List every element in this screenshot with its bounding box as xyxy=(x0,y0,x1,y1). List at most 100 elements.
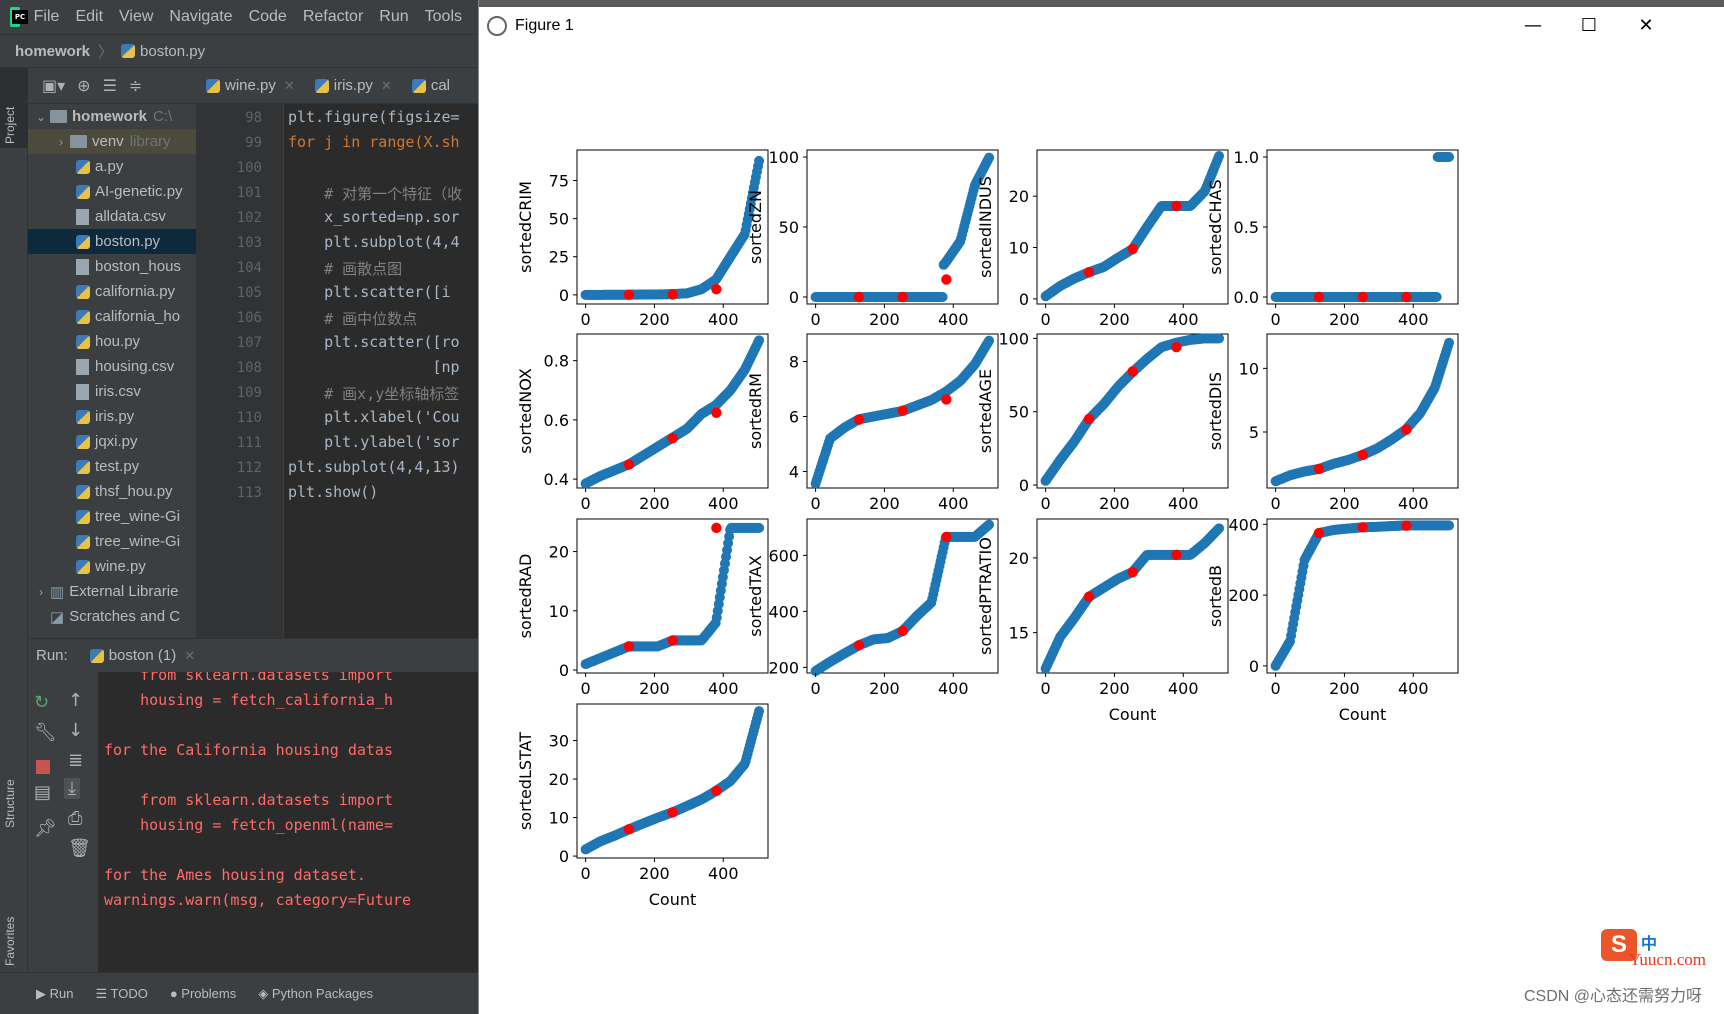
median-point xyxy=(1357,291,1368,303)
menu-bar: File Edit View Navigate Code Refactor Ru… xyxy=(0,0,478,34)
axes-frame xyxy=(1036,333,1229,489)
bottom-tab-python-packages[interactable]: ◈ Python Packages xyxy=(258,986,373,1002)
bottom-tab-problems[interactable]: ● Problems xyxy=(170,986,236,1001)
menu-edit[interactable]: Edit xyxy=(75,8,103,26)
tree-file[interactable]: boston_hous xyxy=(28,254,196,279)
tab-structure[interactable]: Structure xyxy=(3,779,17,828)
line-number: 107 xyxy=(236,335,262,351)
stop-icon[interactable] xyxy=(36,760,50,774)
menu-file[interactable]: File xyxy=(34,8,60,26)
tab-wine-py[interactable]: wine.py ✕ xyxy=(196,77,305,94)
chevron-right-icon[interactable]: › xyxy=(52,135,70,149)
breadcrumb-file[interactable]: boston.py xyxy=(140,43,205,60)
tab-cal[interactable]: cal xyxy=(402,77,460,94)
tree-file[interactable]: hou.py xyxy=(28,329,196,354)
y-axis-label: sortedZN xyxy=(746,190,765,264)
data-point xyxy=(1214,333,1225,344)
y-tick-label: 20 xyxy=(1009,187,1029,206)
tree-file[interactable]: california.py xyxy=(28,279,196,304)
rerun-icon[interactable]: ↻ xyxy=(34,692,49,713)
tab-favorites[interactable]: Favorites xyxy=(3,917,17,966)
folder-icon xyxy=(50,110,67,123)
bottom-tab-run[interactable]: ▶ Run xyxy=(36,986,73,1002)
tree-file[interactable]: test.py xyxy=(28,454,196,479)
locate-icon[interactable]: ⊕ xyxy=(77,76,90,95)
tree-file[interactable]: a.py xyxy=(28,154,196,179)
tree-file[interactable]: housing.csv xyxy=(28,354,196,379)
median-point xyxy=(1127,566,1138,578)
median-point xyxy=(711,284,722,295)
breadcrumb-project[interactable]: homework xyxy=(15,43,90,60)
y-tick-label: 20 xyxy=(549,770,569,789)
data-point xyxy=(1444,520,1455,531)
data-point xyxy=(754,335,765,346)
tree-file[interactable]: AI-genetic.py xyxy=(28,179,196,204)
run-output[interactable]: from sklearn.datasets import housing = f… xyxy=(98,672,478,972)
expand-all-icon[interactable]: ☰ xyxy=(103,76,117,95)
layout-icon[interactable]: ▤ xyxy=(34,782,51,803)
y-tick-label: 0 xyxy=(559,847,569,866)
panel-options-icon[interactable]: ▣▾ xyxy=(42,76,65,95)
median-point xyxy=(623,289,635,300)
tab-iris-py[interactable]: iris.py ✕ xyxy=(305,77,402,94)
tree-file[interactable]: california_ho xyxy=(28,304,196,329)
tree-file[interactable]: boston.py xyxy=(28,229,196,254)
y-tick-label: 25 xyxy=(549,248,569,267)
tree-file[interactable]: alldata.csv xyxy=(28,204,196,229)
tree-root[interactable]: ⌄ homework C:\ xyxy=(28,104,196,129)
tree-file[interactable]: iris.csv xyxy=(28,379,196,404)
run-toolbar: ↻ ↑ 🔧︎ ↓ ≣ ▤ ⤓ ⎙ 📌︎ 🗑︎ xyxy=(28,672,98,972)
bottom-tab-todo[interactable]: ☰ TODO xyxy=(95,986,147,1002)
menu-view[interactable]: View xyxy=(119,8,153,26)
close-icon[interactable]: ✕ xyxy=(184,648,195,664)
trash-icon[interactable]: 🗑︎ xyxy=(68,838,91,859)
close-icon[interactable]: ✕ xyxy=(381,78,392,94)
list-icon: ☰ xyxy=(95,985,111,1001)
menu-navigate[interactable]: Navigate xyxy=(169,8,232,26)
chevron-right-icon[interactable]: › xyxy=(32,585,50,599)
chevron-down-icon[interactable]: ⌄ xyxy=(32,110,50,124)
y-tick-label: 20 xyxy=(1009,549,1029,568)
code-editor[interactable]: wine.py ✕ iris.py ✕ cal 98 99 100 101 102 103 10… xyxy=(196,68,478,638)
tree-file[interactable]: iris.py xyxy=(28,404,196,429)
python-file-icon xyxy=(76,309,90,324)
tree-scratches[interactable]: ◪ Scratches and C xyxy=(28,604,196,629)
y-tick-label: 100 xyxy=(768,148,799,167)
code-line: # 画中位数点 xyxy=(288,310,418,328)
median-point xyxy=(1083,266,1095,278)
median-point xyxy=(853,414,865,425)
pin-icon[interactable]: 📌︎ xyxy=(34,818,57,839)
menu-code[interactable]: Code xyxy=(249,8,287,26)
median-point xyxy=(941,531,952,543)
print-icon[interactable]: ⎙ xyxy=(68,808,82,829)
soft-wrap-icon[interactable]: ≣ xyxy=(68,750,83,771)
tree-venv[interactable]: › venv library xyxy=(28,129,196,154)
menu-run[interactable]: Run xyxy=(379,8,408,26)
tree-file-label: thsf_hou.py xyxy=(95,483,173,500)
tree-file[interactable]: tree_wine-Gi xyxy=(28,529,196,554)
scroll-to-end-icon[interactable]: ⤓ xyxy=(64,778,80,799)
tree-file[interactable]: thsf_hou.py xyxy=(28,479,196,504)
y-tick-label: 6 xyxy=(789,408,799,427)
run-tab[interactable]: boston (1) xyxy=(109,647,177,664)
y-tick-label: 0.5 xyxy=(1234,218,1259,237)
x-tick-label: 200 xyxy=(639,310,670,329)
data-point xyxy=(1444,152,1455,162)
collapse-all-icon[interactable]: ≑ xyxy=(129,76,142,95)
x-tick-label: 0 xyxy=(811,494,821,513)
tree-file[interactable]: tree_wine-Gi xyxy=(28,504,196,529)
arrow-up-icon[interactable]: ↑ xyxy=(68,690,83,711)
wrench-icon[interactable]: 🔧︎ xyxy=(34,722,57,743)
menu-tools[interactable]: Tools xyxy=(425,8,462,26)
arrow-down-icon[interactable]: ↓ xyxy=(68,720,83,741)
y-tick-label: 0.6 xyxy=(544,411,569,430)
tab-label: cal xyxy=(430,77,451,94)
tree-file-label: AI-genetic.py xyxy=(95,183,183,200)
tree-file[interactable]: jqxi.py xyxy=(28,429,196,454)
tree-external-libraries[interactable]: › ▥ External Librarie xyxy=(28,579,196,604)
tab-project[interactable]: Project xyxy=(3,107,17,144)
close-icon[interactable]: ✕ xyxy=(284,78,295,94)
tree-file[interactable]: wine.py xyxy=(28,554,196,579)
menu-refactor[interactable]: Refactor xyxy=(303,8,363,26)
figure-canvas[interactable]: 0 200 4000255075sortedCRIM0 200 400050100sor… xyxy=(479,0,1724,1014)
